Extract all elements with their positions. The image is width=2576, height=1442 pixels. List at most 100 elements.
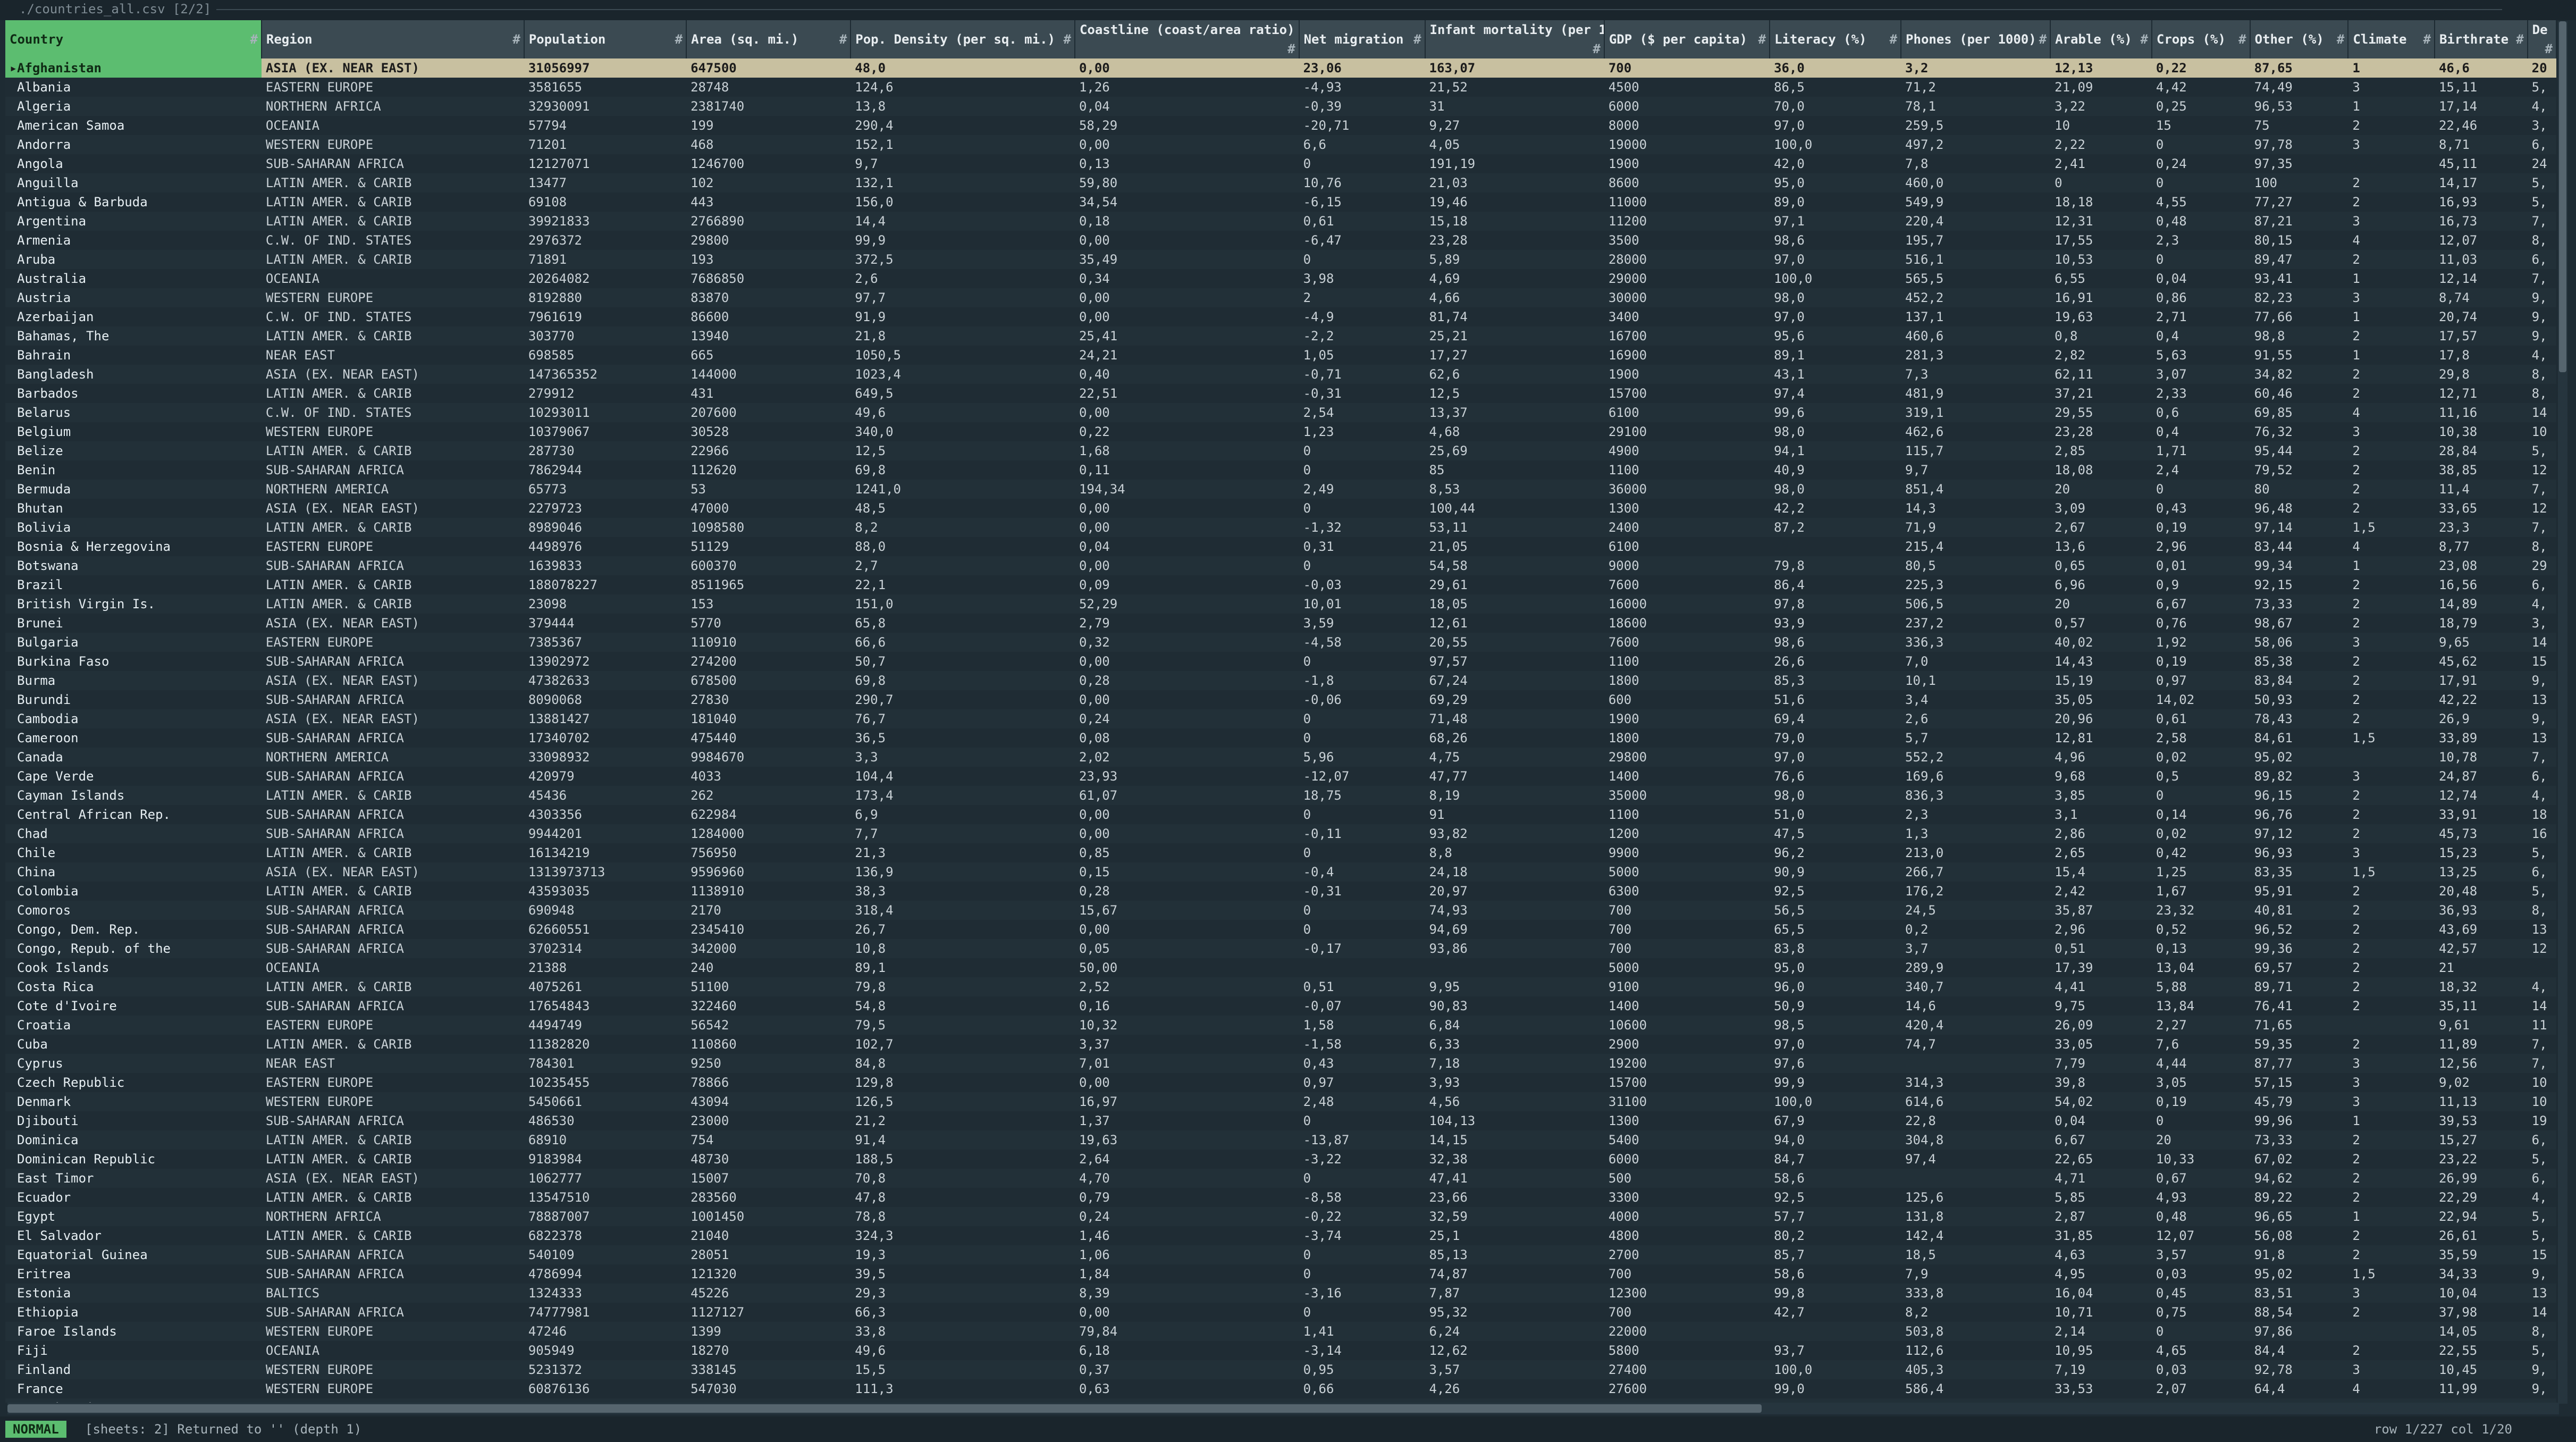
column-header[interactable]: Country # xyxy=(5,20,262,58)
country-cell[interactable]: East Timor xyxy=(5,1169,262,1188)
table-cell[interactable]: 22966 xyxy=(686,441,851,460)
table-cell[interactable]: 6,96 xyxy=(2050,575,2152,594)
country-cell[interactable]: Faroe Islands xyxy=(5,1322,262,1341)
country-cell[interactable]: Brazil xyxy=(5,575,262,594)
table-cell[interactable]: 96,52 xyxy=(2250,920,2348,939)
table-cell[interactable]: 0,97 xyxy=(2151,671,2250,690)
table-cell[interactable]: 11000 xyxy=(1604,192,1770,212)
table-cell[interactable]: 10 xyxy=(2527,1092,2556,1111)
table-cell[interactable]: 5,89 xyxy=(1425,250,1604,269)
table-cell[interactable]: 2 xyxy=(2348,116,2435,135)
table-cell[interactable]: 47,41 xyxy=(1425,1169,1604,1188)
table-cell[interactable]: 0,76 xyxy=(2151,614,2250,633)
table-row[interactable]: Belize LATIN AMER. & CARIB 287730 22966 12,5… xyxy=(5,441,2556,460)
table-cell[interactable]: 2,3 xyxy=(2151,231,2250,250)
table-cell[interactable]: 36,5 xyxy=(851,728,1075,748)
table-cell[interactable]: -4,93 xyxy=(1299,78,1425,97)
table-cell[interactable]: 1 xyxy=(2348,556,2435,575)
table-cell[interactable]: 2,85 xyxy=(2050,441,2152,460)
table-cell[interactable]: 2 xyxy=(2348,671,2435,690)
table-cell[interactable]: 0,04 xyxy=(1074,537,1299,556)
table-row[interactable]: Algeria NORTHERN AFRICA 32930091 2381740 13,… xyxy=(5,97,2556,116)
table-cell[interactable]: 76,32 xyxy=(2250,422,2348,441)
table-cell[interactable]: 0,61 xyxy=(1299,212,1425,231)
table-cell[interactable]: 10,32 xyxy=(1074,1016,1299,1035)
table-cell[interactable]: 215,4 xyxy=(1901,537,2051,556)
table-cell[interactable]: 56542 xyxy=(686,1016,851,1035)
table-cell[interactable]: 10,53 xyxy=(2050,250,2152,269)
table-cell[interactable]: 69,4 xyxy=(1770,709,1901,728)
table-cell[interactable]: 9944201 xyxy=(524,824,687,843)
table-cell[interactable]: 12,56 xyxy=(2434,1054,2528,1073)
table-cell[interactable]: 95,6 xyxy=(1770,326,1901,346)
table-cell[interactable] xyxy=(1901,1054,2051,1073)
table-cell[interactable]: 1,25 xyxy=(2151,862,2250,882)
table-cell[interactable]: 2 xyxy=(2348,1245,2435,1264)
country-cell[interactable]: Egypt xyxy=(5,1207,262,1226)
table-cell[interactable]: 15,4 xyxy=(2050,862,2152,882)
table-row[interactable]: Colombia LATIN AMER. & CARIB 43593035 11389… xyxy=(5,882,2556,901)
table-cell[interactable]: LATIN AMER. & CARIB xyxy=(261,1188,524,1207)
table-cell[interactable]: 13,37 xyxy=(1425,403,1604,422)
table-cell[interactable]: 9900 xyxy=(1604,843,1770,862)
table-cell[interactable]: 0,00 xyxy=(1074,288,1299,307)
table-cell[interactable]: 98,0 xyxy=(1770,288,1901,307)
table-cell[interactable]: 5, xyxy=(2527,1226,2556,1245)
table-cell[interactable]: LATIN AMER. & CARIB xyxy=(261,384,524,403)
table-cell[interactable]: 89,22 xyxy=(2250,1188,2348,1207)
table-cell[interactable]: 21,52 xyxy=(1425,78,1604,97)
table-cell[interactable]: 80,2 xyxy=(1770,1226,1901,1245)
table-cell[interactable]: 73,33 xyxy=(2250,1130,2348,1150)
table-cell[interactable]: 181040 xyxy=(686,709,851,728)
table-cell[interactable]: 36,93 xyxy=(2434,901,2528,920)
table-cell[interactable]: 3,59 xyxy=(1299,614,1425,633)
country-cell[interactable]: Bahrain xyxy=(5,346,262,365)
table-cell[interactable]: 14,3 xyxy=(1901,499,2051,518)
table-cell[interactable]: 51,6 xyxy=(1770,690,1901,709)
table-cell[interactable]: 83,44 xyxy=(2250,537,2348,556)
table-cell[interactable]: 67,02 xyxy=(2250,1150,2348,1169)
table-cell[interactable]: 29,61 xyxy=(1425,575,1604,594)
table-cell[interactable]: 17,27 xyxy=(1425,346,1604,365)
table-cell[interactable]: 2,71 xyxy=(2151,307,2250,326)
table-cell[interactable]: 99,36 xyxy=(2250,939,2348,958)
table-cell[interactable]: 29,3 xyxy=(851,1284,1075,1303)
table-cell[interactable]: 97,0 xyxy=(1770,307,1901,326)
country-cell[interactable]: Belize xyxy=(5,441,262,460)
table-row[interactable]: Belarus C.W. OF IND. STATES 10293011 207600… xyxy=(5,403,2556,422)
table-cell[interactable]: 1900 xyxy=(1604,709,1770,728)
table-cell[interactable]: 88,0 xyxy=(851,537,1075,556)
table-cell[interactable]: 19000 xyxy=(1604,135,1770,154)
table-cell[interactable]: 2381740 xyxy=(686,97,851,116)
table-cell[interactable]: 47000 xyxy=(686,499,851,518)
table-cell[interactable]: LATIN AMER. & CARIB xyxy=(261,192,524,212)
table-cell[interactable]: 191,19 xyxy=(1425,154,1604,173)
table-cell[interactable]: LATIN AMER. & CARIB xyxy=(261,1398,524,1403)
table-cell[interactable]: 51129 xyxy=(686,537,851,556)
table-cell[interactable]: 33,65 xyxy=(2434,499,2528,518)
table-row[interactable]: Congo, Dem. Rep. SUB-SAHARAN AFRICA 626605… xyxy=(5,920,2556,939)
table-cell[interactable]: LATIN AMER. & CARIB xyxy=(261,212,524,231)
table-cell[interactable]: 22,55 xyxy=(2434,1341,2528,1360)
table-cell[interactable]: 151,0 xyxy=(851,594,1075,614)
table-cell[interactable]: 319,1 xyxy=(1901,403,2051,422)
table-cell[interactable]: 29800 xyxy=(1604,748,1770,767)
table-cell[interactable]: -0,22 xyxy=(1299,1207,1425,1226)
table-cell[interactable]: 0,00 xyxy=(1074,231,1299,250)
table-cell[interactable]: 80 xyxy=(2250,480,2348,499)
table-cell[interactable]: 12,31 xyxy=(2050,212,2152,231)
table-cell[interactable]: 132,1 xyxy=(851,173,1075,192)
table-cell[interactable]: 0,43 xyxy=(2151,499,2250,518)
table-cell[interactable]: 43593035 xyxy=(524,882,687,901)
table-cell[interactable]: 9,7 xyxy=(1901,460,2051,480)
table-cell[interactable]: 0,25 xyxy=(2151,97,2250,116)
table-cell[interactable]: 60,46 xyxy=(2250,384,2348,403)
table-cell[interactable]: 2 xyxy=(2348,1188,2435,1207)
table-cell[interactable]: 9250 xyxy=(686,1054,851,1073)
table-cell[interactable]: 96,15 xyxy=(2250,786,2348,805)
table-cell[interactable]: 22,51 xyxy=(1074,384,1299,403)
table-cell[interactable]: 0,9 xyxy=(2151,575,2250,594)
table-cell[interactable]: 47246 xyxy=(524,1322,687,1341)
table-cell[interactable]: 2,64 xyxy=(1074,1150,1299,1169)
table-cell[interactable]: 47,77 xyxy=(1425,767,1604,786)
